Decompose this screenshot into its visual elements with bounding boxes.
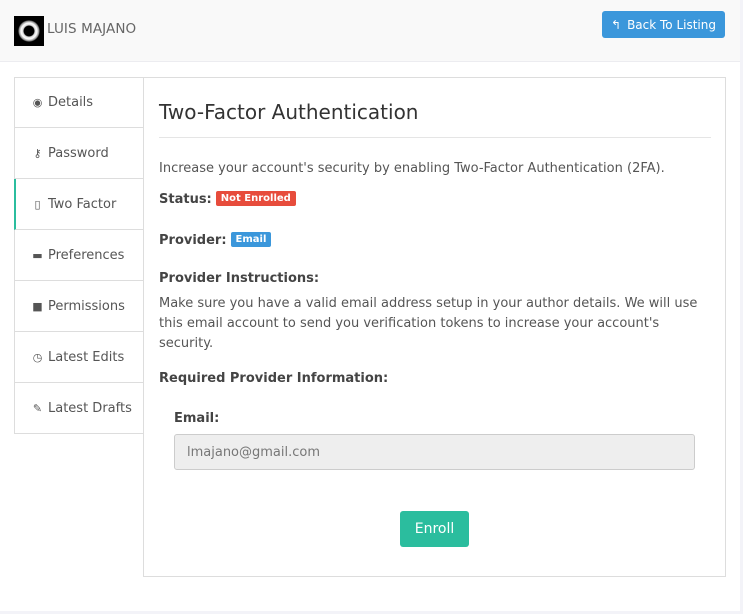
provider-row: Provider: Email (159, 232, 272, 248)
status-badge: Not Enrolled (215, 191, 296, 206)
lock-icon: ■ (32, 299, 43, 313)
tab-permissions[interactable]: ■ Permissions (14, 281, 144, 332)
sidebar-tabs: ◉ Details ⚷ Password ▯ Two Factor ▬ Pref… (14, 77, 144, 434)
pencil-icon: ✎ (32, 401, 43, 415)
user-name: LUIS MAJANO (47, 21, 137, 37)
tab-details[interactable]: ◉ Details (14, 77, 144, 128)
page-title: Two-Factor Authentication (159, 100, 419, 124)
reply-arrow-icon: ↰ (611, 17, 622, 32)
tab-label: Latest Edits (48, 349, 125, 365)
tab-label: Two Factor (48, 196, 117, 212)
email-label: Email: (174, 411, 220, 426)
tab-password[interactable]: ⚷ Password (14, 128, 144, 179)
tab-label: Password (48, 145, 109, 161)
provider-badge: Email (230, 232, 272, 247)
required-info-heading: Required Provider Information: (159, 371, 389, 386)
eye-icon: ◉ (32, 96, 43, 109)
tab-latest-edits[interactable]: ◷ Latest Edits (14, 332, 144, 383)
provider-label: Provider: (159, 233, 227, 248)
clock-icon: ◷ (32, 350, 43, 364)
status-label: Status: (159, 192, 212, 207)
tab-label: Permissions (48, 298, 125, 314)
tab-preferences[interactable]: ▬ Preferences (14, 230, 144, 281)
tab-latest-drafts[interactable]: ✎ Latest Drafts (14, 383, 144, 434)
tab-label: Details (48, 95, 94, 110)
tab-label: Latest Drafts (48, 400, 132, 416)
briefcase-icon: ▬ (32, 248, 43, 262)
status-row: Status: Not Enrolled (159, 191, 296, 207)
email-field[interactable] (174, 434, 695, 470)
avatar (14, 16, 44, 46)
tab-two-factor[interactable]: ▯ Two Factor (14, 179, 144, 230)
title-divider (159, 137, 711, 138)
instructions-text: Make sure you have a valid email address… (159, 296, 698, 351)
avatar-image (18, 20, 40, 42)
tab-label: Preferences (48, 247, 125, 263)
instructions-heading: Provider Instructions: (159, 271, 320, 286)
back-to-listing-button[interactable]: ↰ Back To Listing (602, 11, 725, 38)
enroll-button[interactable]: Enroll (400, 511, 469, 547)
back-to-listing-label: Back To Listing (627, 17, 716, 32)
mobile-icon: ▯ (34, 197, 41, 211)
intro-text: Increase your account's security by enab… (159, 161, 665, 176)
header: LUIS MAJANO ↰ Back To Listing (0, 0, 740, 62)
key-icon: ⚷ (33, 146, 42, 160)
page-panel: LUIS MAJANO ↰ Back To Listing ◉ Details … (0, 0, 740, 611)
two-factor-panel: Two-Factor Authentication Increase your … (143, 77, 726, 577)
